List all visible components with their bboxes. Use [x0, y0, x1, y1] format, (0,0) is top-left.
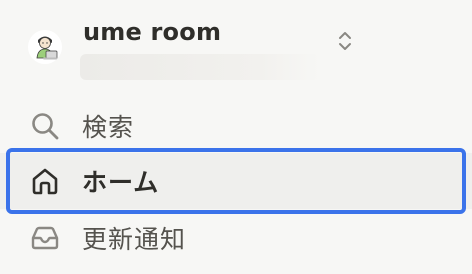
workspace-name: ume room — [83, 18, 222, 46]
search-icon — [30, 111, 60, 141]
nav-item-home[interactable]: ホーム — [0, 153, 472, 209]
person-with-laptop-icon — [28, 30, 62, 64]
chevron-up-down-icon[interactable] — [336, 30, 354, 52]
nav-item-label: 更新通知 — [82, 225, 187, 254]
workspace-subtitle-blurred — [80, 54, 320, 80]
inbox-icon — [30, 223, 60, 253]
workspace-switcher[interactable]: ume room — [28, 14, 368, 84]
nav-item-label: ホーム — [82, 168, 160, 197]
nav-item-label: 検索 — [82, 113, 135, 142]
nav-item-updates[interactable]: 更新通知 — [0, 210, 472, 266]
nav-item-search[interactable]: 検索 — [0, 98, 472, 154]
home-icon — [30, 166, 60, 196]
workspace-avatar — [28, 30, 62, 64]
